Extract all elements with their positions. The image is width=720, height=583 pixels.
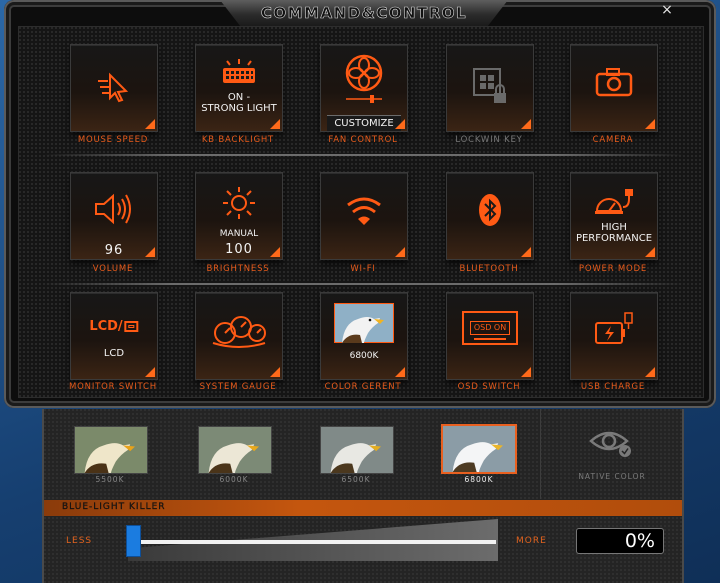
screen-shape (124, 321, 139, 332)
less-label: LESS (66, 536, 93, 546)
corner-indicator (270, 367, 280, 377)
corner-indicator (395, 247, 405, 257)
tile-camera[interactable] (570, 44, 658, 132)
fan-icon (345, 54, 383, 103)
blue-light-percentage: 0% (576, 528, 664, 554)
monitor-icon-text: LCD/ (89, 319, 123, 334)
tile-label: MONITOR SWITCH (69, 382, 157, 392)
color-temp-thumb-6500k[interactable] (320, 426, 394, 474)
color-temp-label: 6000K (219, 475, 249, 484)
title-bar: COMMAND&CONTROL (220, 0, 508, 26)
more-label: MORE (516, 536, 547, 546)
close-button[interactable]: × (658, 2, 676, 18)
tile-volume[interactable]: 96 (70, 172, 158, 260)
corner-indicator (645, 367, 655, 377)
color-temp-label: 6500K (341, 475, 371, 484)
tile-value: ON - STRONG LIGHT (201, 92, 277, 114)
tile-kb-backlight[interactable]: ON - STRONG LIGHT (195, 44, 283, 132)
tile-usb-charge[interactable] (570, 292, 658, 380)
corner-indicator (521, 247, 531, 257)
native-color-button[interactable]: NATIVE COLOR (540, 409, 683, 499)
tile-power-mode[interactable]: HIGH PERFORMANCE (570, 172, 658, 260)
corner-indicator (270, 119, 280, 129)
tile-lockwin-key[interactable] (446, 44, 534, 132)
tile-label: POWER MODE (578, 264, 648, 274)
tile-value: CUSTOMIZE (327, 115, 401, 131)
color-gerent-panel: 5500K 6000K 6500K 6800K NATIVE COLOR BLU… (42, 409, 684, 583)
tile-system-gauge[interactable] (195, 292, 283, 380)
camera-icon (595, 68, 633, 97)
blue-light-slider-track[interactable] (132, 540, 496, 544)
cursor-speed-icon (98, 72, 129, 103)
eagle-image (443, 426, 515, 472)
tile-bluetooth[interactable] (446, 172, 534, 260)
tile-value: 6800K (349, 351, 379, 361)
eagle-thumbnail-icon (334, 303, 394, 343)
tile-value: HIGH PERFORMANCE (575, 222, 653, 244)
tile-wifi[interactable] (320, 172, 408, 260)
tile-value-mode: MANUAL (219, 229, 259, 239)
corner-indicator (145, 247, 155, 257)
color-temp-label: 6800K (464, 475, 494, 484)
tile-label: USB CHARGE (580, 382, 646, 392)
tile-label: MOUSE SPEED (77, 135, 149, 145)
tile-label: LOCKWIN KEY (455, 135, 523, 145)
monitor-icon: LCD/ (89, 319, 139, 334)
corner-indicator (145, 367, 155, 377)
tile-monitor-switch[interactable]: LCD/ LCD (70, 292, 158, 380)
blue-light-killer-title: BLUE-LIGHT KILLER (62, 502, 166, 512)
sun-icon (223, 187, 255, 219)
speaker-icon (95, 193, 131, 225)
tile-label: WI-FI (350, 264, 376, 274)
tile-label: BRIGHTNESS (206, 264, 270, 274)
osd-icon-bar (474, 338, 506, 340)
row-divider (44, 283, 684, 285)
tile-mouse-speed[interactable] (70, 44, 158, 132)
color-temp-thumb-6000k[interactable] (198, 426, 272, 474)
color-temp-thumb-5500k[interactable] (74, 426, 148, 474)
tile-label: FAN CONTROL (328, 135, 398, 145)
wifi-icon (347, 197, 381, 225)
window-title: COMMAND&CONTROL (260, 4, 468, 23)
eagle-image (199, 427, 271, 473)
blue-light-slider-thumb[interactable] (126, 525, 141, 557)
tile-label: BLUETOOTH (459, 264, 519, 274)
corner-indicator (645, 119, 655, 129)
corner-indicator (395, 367, 405, 377)
corner-indicator (145, 119, 155, 129)
tile-label: COLOR GERENT (324, 382, 402, 392)
power-plug-icon (595, 189, 633, 214)
osd-icon-text: OSD ON (470, 321, 510, 335)
corner-indicator (395, 119, 405, 129)
eagle-image (75, 427, 147, 473)
tile-fan-control[interactable]: CUSTOMIZE (320, 44, 408, 132)
color-temp-thumb-6800k[interactable] (441, 424, 517, 474)
usb-battery-icon (595, 312, 633, 344)
row-divider (44, 154, 684, 156)
osd-icon: OSD ON (462, 311, 518, 345)
tile-osd-switch[interactable]: OSD ON (446, 292, 534, 380)
tile-color-gerent[interactable]: 6800K (320, 292, 408, 380)
keyboard-backlight-icon (223, 59, 255, 83)
native-color-label: NATIVE COLOR (578, 472, 646, 481)
bluetooth-icon (479, 194, 501, 226)
corner-indicator (521, 367, 531, 377)
windows-lock-icon (473, 68, 506, 103)
corner-indicator (270, 247, 280, 257)
gauge-icon (212, 316, 266, 348)
blue-light-killer-header: BLUE-LIGHT KILLER (44, 500, 682, 516)
eye-icon (589, 431, 631, 457)
tile-label: CAMERA (592, 135, 634, 145)
tile-label: KB BACKLIGHT (201, 135, 275, 145)
corner-indicator (645, 247, 655, 257)
tile-label: SYSTEM GAUGE (199, 382, 277, 392)
tile-value: LCD (103, 348, 125, 359)
tile-label: OSD SWITCH (457, 382, 521, 392)
corner-indicator (521, 119, 531, 129)
color-temp-label: 5500K (95, 475, 125, 484)
tile-label: VOLUME (92, 264, 134, 274)
eagle-image (321, 427, 393, 473)
tile-brightness[interactable]: MANUAL 100 (195, 172, 283, 260)
